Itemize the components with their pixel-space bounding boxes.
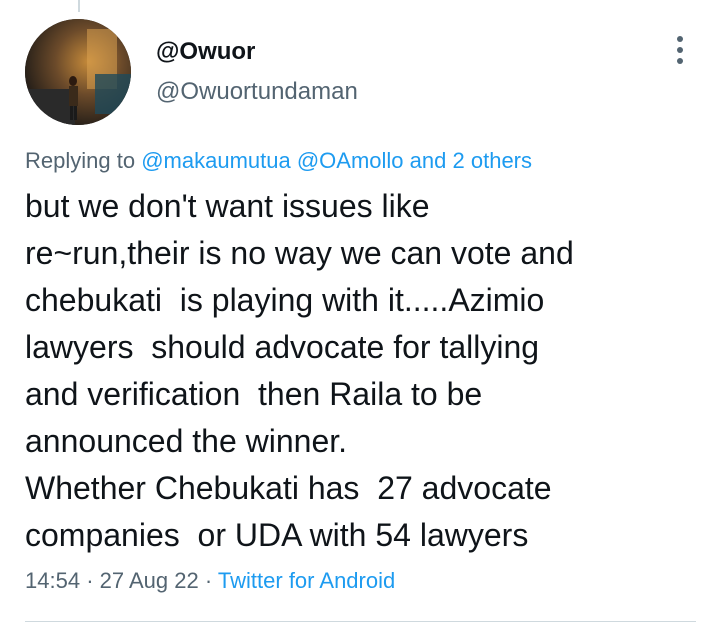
tweet-time[interactable]: 14:54 xyxy=(25,568,80,593)
tweet-text-line: re~run,their is no way we can vote and xyxy=(25,235,574,271)
tweet-text-line: Whether Chebukati has 27 advocate xyxy=(25,470,552,506)
mention-oamollo[interactable]: @OAmollo xyxy=(297,148,404,173)
more-dot xyxy=(677,36,683,42)
replying-others-link[interactable]: 2 others xyxy=(453,148,533,173)
avatar[interactable] xyxy=(25,19,131,125)
meta-separator: · xyxy=(204,568,213,593)
tweet-meta: 14:54 · 27 Aug 22 · Twitter for Android xyxy=(25,568,395,594)
tweet-text-line: and verification then Raila to be xyxy=(25,376,483,412)
tweet-source-link[interactable]: Twitter for Android xyxy=(218,568,395,593)
tweet-text-line: lawyers should advocate for tallying xyxy=(25,329,540,365)
replying-to-line: Replying to @makaumutua @OAmollo and 2 o… xyxy=(25,148,532,174)
divider xyxy=(25,621,696,622)
thread-connector-line xyxy=(78,0,80,12)
profile-photo xyxy=(25,19,131,125)
tweet-text: but we don't want issues like re~run,the… xyxy=(25,183,695,559)
mention-makaumutua[interactable]: @makaumutua xyxy=(141,148,291,173)
more-dot xyxy=(677,58,683,64)
tweet-date[interactable]: 27 Aug 22 xyxy=(100,568,199,593)
replying-prefix: Replying to xyxy=(25,148,136,173)
user-display-name[interactable]: @Owuor xyxy=(156,38,255,66)
tweet-text-line: companies or UDA with 54 lawyers xyxy=(25,517,529,553)
more-vertical-icon[interactable] xyxy=(669,34,691,66)
user-handle[interactable]: @Owuortundaman xyxy=(156,78,358,106)
tweet-text-line: announced the winner. xyxy=(25,423,348,459)
tweet-text-line: chebukati is playing with it.....Azimio xyxy=(25,282,545,318)
tweet-text-line: but we don't want issues like xyxy=(25,188,430,224)
replying-joiner[interactable]: and xyxy=(410,148,447,173)
meta-separator: · xyxy=(86,568,94,593)
more-dot xyxy=(677,47,683,53)
